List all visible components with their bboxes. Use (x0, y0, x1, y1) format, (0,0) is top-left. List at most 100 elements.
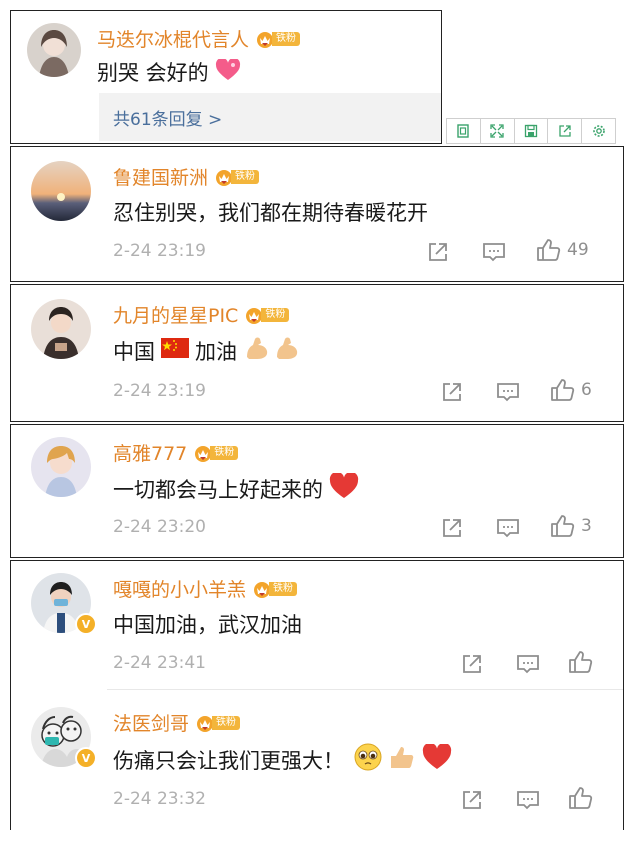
commenter-name[interactable]: 法医剑哥 铁粉 (113, 709, 241, 736)
comment-time: 2-24 23:32 (113, 789, 206, 809)
share-button[interactable] (439, 515, 465, 541)
commenter-name-text[interactable]: 九月的星星PIC (113, 301, 238, 328)
comment-text-part: 中国 (113, 339, 155, 364)
comment-button[interactable] (515, 787, 541, 813)
fan-badge-label: 铁粉 (231, 169, 260, 184)
commenter-name-text[interactable]: 鲁建国新洲 (113, 163, 208, 190)
comment-text-part: 加油 (195, 339, 237, 364)
avatar[interactable] (31, 161, 91, 221)
screenshot-toolbar (446, 118, 616, 144)
avatar[interactable] (31, 437, 91, 497)
share-button[interactable] (425, 239, 451, 265)
thumbs-up-icon (567, 649, 593, 675)
like-button[interactable]: 6 (549, 377, 592, 403)
like-button[interactable]: 49 (535, 237, 589, 263)
fan-badge: 铁粉 (214, 168, 260, 186)
fan-badge-label: 铁粉 (212, 715, 241, 730)
comment-text-content: 中国加油，武汉加油 (113, 613, 302, 637)
share-icon (559, 125, 571, 137)
save-icon (524, 124, 538, 138)
avatar[interactable] (27, 23, 81, 77)
comment-text: 忍住别哭，我们都在期待春暖花开 (113, 197, 428, 227)
comment-time: 2-24 23:41 (113, 653, 206, 673)
commenter-name-text[interactable]: 法医剑哥 (113, 709, 189, 736)
thumbs-up-icon (567, 785, 593, 811)
commenter-name[interactable]: 九月的星星PIC 铁粉 (113, 301, 290, 328)
comment-text-content: 忍住别哭，我们都在期待春暖花开 (113, 201, 428, 225)
thumbs-up-icon (549, 377, 575, 403)
like-button[interactable]: 3 (549, 513, 592, 539)
comment-text: 中国 加油 (113, 335, 303, 366)
heart-icon (329, 471, 359, 504)
share-button[interactable] (459, 787, 485, 813)
verified-badge: V (75, 613, 97, 635)
like-button[interactable] (567, 785, 593, 811)
heart-gift-icon (215, 57, 241, 86)
settings-button[interactable] (582, 119, 615, 143)
comment-text-content: 别哭 会好的 (97, 61, 209, 85)
share-button[interactable] (548, 119, 583, 143)
top-comment-card: 马迭尔冰棍代言人 铁粉 别哭 会好的 共61条回复 > (10, 10, 442, 144)
commenter-name[interactable]: 高雅777 铁粉 (113, 439, 239, 466)
fan-badge: 铁粉 (255, 30, 301, 48)
comment-card: 鲁建国新洲 铁粉 忍住别哭，我们都在期待春暖花开 2-24 23:19 49 (10, 146, 624, 282)
comment-card: 高雅777 铁粉 一切都会马上好起来的 2-24 23:20 3 (10, 424, 624, 558)
share-icon (459, 787, 485, 813)
like-count: 6 (581, 380, 592, 400)
share-button[interactable] (459, 651, 485, 677)
replies-label[interactable]: 共61条回复 > (113, 105, 222, 130)
thumbs-up-icon (549, 513, 575, 539)
comment-icon (481, 239, 507, 265)
comment-time: 2-24 23:20 (113, 517, 206, 537)
comment-icon (515, 651, 541, 677)
comment-button[interactable] (515, 651, 541, 677)
share-icon (439, 379, 465, 405)
fan-badge: 铁粉 (252, 580, 298, 598)
divider (107, 689, 623, 690)
fan-badge-label: 铁粉 (261, 307, 290, 322)
save-button[interactable] (515, 119, 549, 143)
fan-badge-label: 铁粉 (269, 581, 298, 596)
like-button[interactable] (567, 649, 593, 675)
commenter-name[interactable]: 鲁建国新洲 铁粉 (113, 163, 260, 190)
fan-badge: 铁粉 (193, 444, 239, 462)
comment-text: 伤痛只会让我们更强大！ (113, 742, 452, 776)
commenter-name[interactable]: 马迭尔冰棍代言人 铁粉 (97, 25, 301, 52)
comment-button[interactable] (495, 379, 521, 405)
like-count: 3 (581, 516, 592, 536)
comment-button[interactable] (481, 239, 507, 265)
flexed-biceps-icon (243, 335, 303, 366)
commenter-name-text[interactable]: 嘎嘎的小小羊羔 (113, 575, 246, 602)
china-flag-icon (161, 338, 189, 363)
comment-text: 中国加油，武汉加油 (113, 609, 302, 639)
fan-badge-label: 铁粉 (272, 31, 301, 46)
comment-text: 别哭 会好的 (97, 57, 241, 87)
gear-icon (592, 125, 605, 137)
comment-icon (495, 515, 521, 541)
expand-button[interactable] (481, 119, 515, 143)
comment-text-content: 一切都会马上好起来的 (113, 477, 323, 502)
share-icon (439, 515, 465, 541)
verified-badge: V (75, 747, 97, 769)
comment-text-content: 伤痛只会让我们更强大！ (113, 748, 344, 773)
heart-icon (422, 742, 452, 775)
commenter-name[interactable]: 嘎嘎的小小羊羔 铁粉 (113, 575, 298, 602)
thumbs-up-emoji-icon (388, 743, 416, 776)
replies-link[interactable]: 共61条回复 > (99, 93, 441, 141)
thumbs-up-icon (535, 237, 561, 263)
commenter-name-text[interactable]: 高雅777 (113, 439, 187, 466)
like-count: 49 (567, 240, 589, 260)
share-button[interactable] (439, 379, 465, 405)
pleading-face-icon (354, 743, 382, 776)
comment-button[interactable] (495, 515, 521, 541)
comment-card: 九月的星星PIC 铁粉 中国 加油 2-24 23:19 6 (10, 284, 624, 422)
expand-icon (490, 124, 504, 138)
comment-icon (515, 787, 541, 813)
commenter-name-text[interactable]: 马迭尔冰棍代言人 (97, 25, 249, 52)
copy-button[interactable] (447, 119, 481, 143)
comment-time: 2-24 23:19 (113, 241, 206, 261)
comment-icon (495, 379, 521, 405)
avatar[interactable] (31, 299, 91, 359)
fan-badge: 铁粉 (195, 714, 241, 732)
copy-icon (457, 124, 470, 138)
